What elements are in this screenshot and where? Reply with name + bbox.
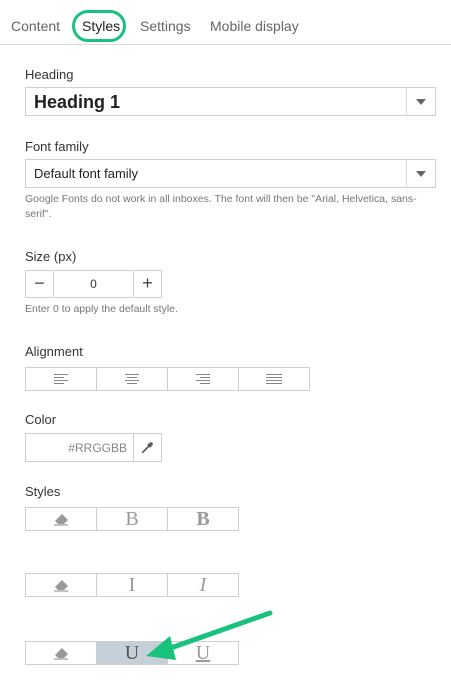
bold-normal-glyph: B [125,508,139,530]
align-center-icon [125,374,139,384]
eyedropper-icon [141,442,153,454]
clear-underline-button[interactable] [26,642,97,664]
italic-button[interactable]: I [168,574,238,596]
underline-button[interactable]: U [168,642,238,664]
tab-mobile-display[interactable]: Mobile display [210,18,299,34]
styles-label: Styles [25,484,61,499]
color-field: #RRGGBB [25,433,162,462]
align-center-button[interactable] [97,368,168,390]
font-family-select-value: Default font family [34,166,139,181]
increment-button[interactable]: + [133,271,161,297]
chevron-down-icon[interactable] [416,171,426,177]
bold-glyph: B [196,508,210,530]
underline-glyph: U [195,642,211,664]
align-left-button[interactable] [26,368,97,390]
heading-label: Heading [25,67,74,82]
align-right-icon [196,374,210,384]
size-hint: Enter 0 to apply the default style. [25,303,178,315]
align-left-icon [54,374,68,384]
heading-select[interactable]: Heading 1 [25,87,436,116]
italic-style-group: I I [25,573,239,597]
tab-settings[interactable]: Settings [140,18,191,34]
eraser-icon [54,648,68,660]
underline-style-group: U U [25,641,239,665]
eraser-icon [54,514,68,526]
underline-normal-glyph: U [124,642,140,664]
clear-italic-button[interactable] [26,574,97,596]
alignment-group [25,367,310,391]
underline-normal-button[interactable]: U [97,642,168,664]
chevron-down-icon[interactable] [416,99,426,105]
tab-bar: Content Styles Settings Mobile display [0,0,451,45]
eraser-icon [54,580,68,592]
italic-glyph: I [199,574,207,596]
bold-normal-button[interactable]: B [97,508,168,530]
color-label: Color [25,412,57,427]
tab-styles[interactable]: Styles [82,18,120,34]
align-right-button[interactable] [168,368,239,390]
tab-content[interactable]: Content [11,18,60,34]
font-family-label: Font family [25,139,89,154]
color-input[interactable]: #RRGGBB [26,441,135,455]
font-family-hint: Google Fonts do not work in all inboxes.… [25,193,417,220]
font-family-select[interactable]: Default font family [25,159,436,188]
alignment-label: Alignment [25,344,83,359]
clear-bold-button[interactable] [26,508,97,530]
size-stepper: − 0 + [25,270,162,298]
size-input[interactable]: 0 [54,277,133,291]
align-justify-button[interactable] [239,368,309,390]
eyedropper-button[interactable] [133,434,161,461]
decrement-button[interactable]: − [26,271,54,297]
italic-normal-glyph: I [128,574,136,596]
align-justify-icon [266,374,282,384]
bold-button[interactable]: B [168,508,238,530]
bold-style-group: B B [25,507,239,531]
select-divider [406,88,407,115]
heading-select-value: Heading 1 [34,92,121,112]
size-label: Size (px) [25,249,77,264]
italic-normal-button[interactable]: I [97,574,168,596]
select-divider [406,160,407,187]
